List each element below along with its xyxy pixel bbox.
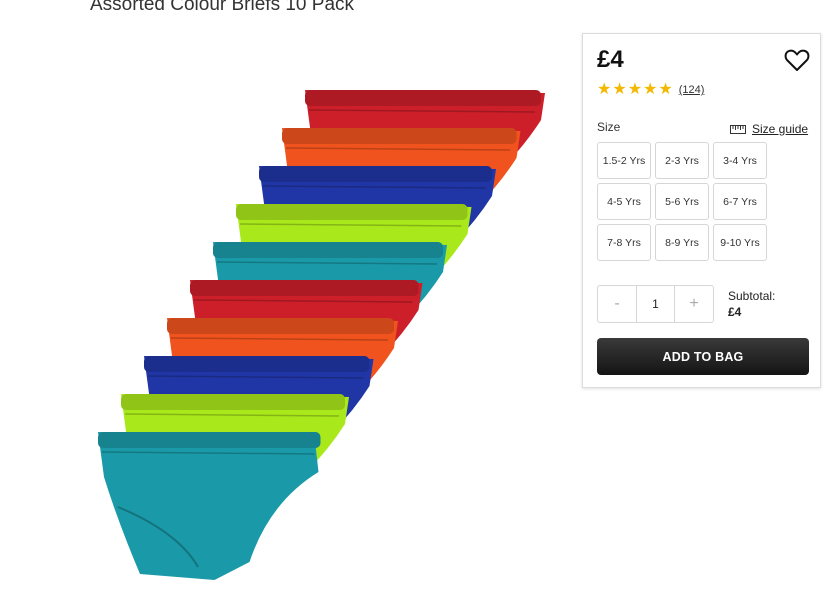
size-option[interactable]: 2-3 Yrs [655, 142, 709, 179]
subtotal: Subtotal: £4 [728, 289, 775, 319]
size-label: Size [597, 120, 621, 134]
quantity-decrease-button[interactable]: - [598, 286, 636, 322]
subtotal-label: Subtotal: [728, 289, 776, 303]
add-to-bag-button[interactable]: ADD TO BAG [597, 338, 809, 375]
product-image [98, 90, 545, 580]
size-option[interactable]: 1.5-2 Yrs [597, 142, 651, 179]
rating: ★ ★ ★ ★ ★ (124) [597, 82, 704, 98]
star-icon: ★ [627, 81, 643, 98]
star-icon: ★ [658, 81, 673, 98]
quantity-stepper: - 1 + [597, 285, 714, 323]
star-icon: ★ [612, 81, 627, 98]
size-option[interactable]: 5-6 Yrs [655, 183, 709, 220]
size-guide-label: Size guide [752, 122, 809, 136]
ruler-icon [730, 124, 746, 134]
heart-icon[interactable] [783, 46, 811, 74]
star-icon: ★ [643, 81, 658, 98]
price: £4 [597, 46, 624, 73]
brief-item [98, 432, 321, 580]
subtotal-value: £4 [728, 305, 742, 319]
review-count-link[interactable]: (124) [679, 84, 705, 96]
size-option[interactable]: 7-8 Yrs [597, 224, 651, 261]
size-option[interactable]: 3-4 Yrs [713, 142, 767, 179]
purchase-panel: £4 ★ ★ ★ ★ ★ (124) Size Size guide 1.5-2… [582, 33, 821, 388]
size-option[interactable]: 6-7 Yrs [713, 183, 767, 220]
size-option[interactable]: 4-5 Yrs [597, 183, 651, 220]
size-option[interactable]: 9-10 Yrs [713, 224, 767, 261]
size-options: 1.5-2 Yrs 2-3 Yrs 3-4 Yrs 4-5 Yrs 5-6 Yr… [597, 142, 767, 261]
size-option[interactable]: 8-9 Yrs [655, 224, 709, 261]
star-icon: ★ [597, 81, 612, 98]
size-guide-link[interactable]: Size guide [730, 122, 808, 136]
product-title: Assorted Colour Briefs 10 Pack [90, 0, 355, 15]
quantity-increase-button[interactable]: + [675, 286, 713, 322]
quantity-input[interactable]: 1 [636, 286, 675, 322]
